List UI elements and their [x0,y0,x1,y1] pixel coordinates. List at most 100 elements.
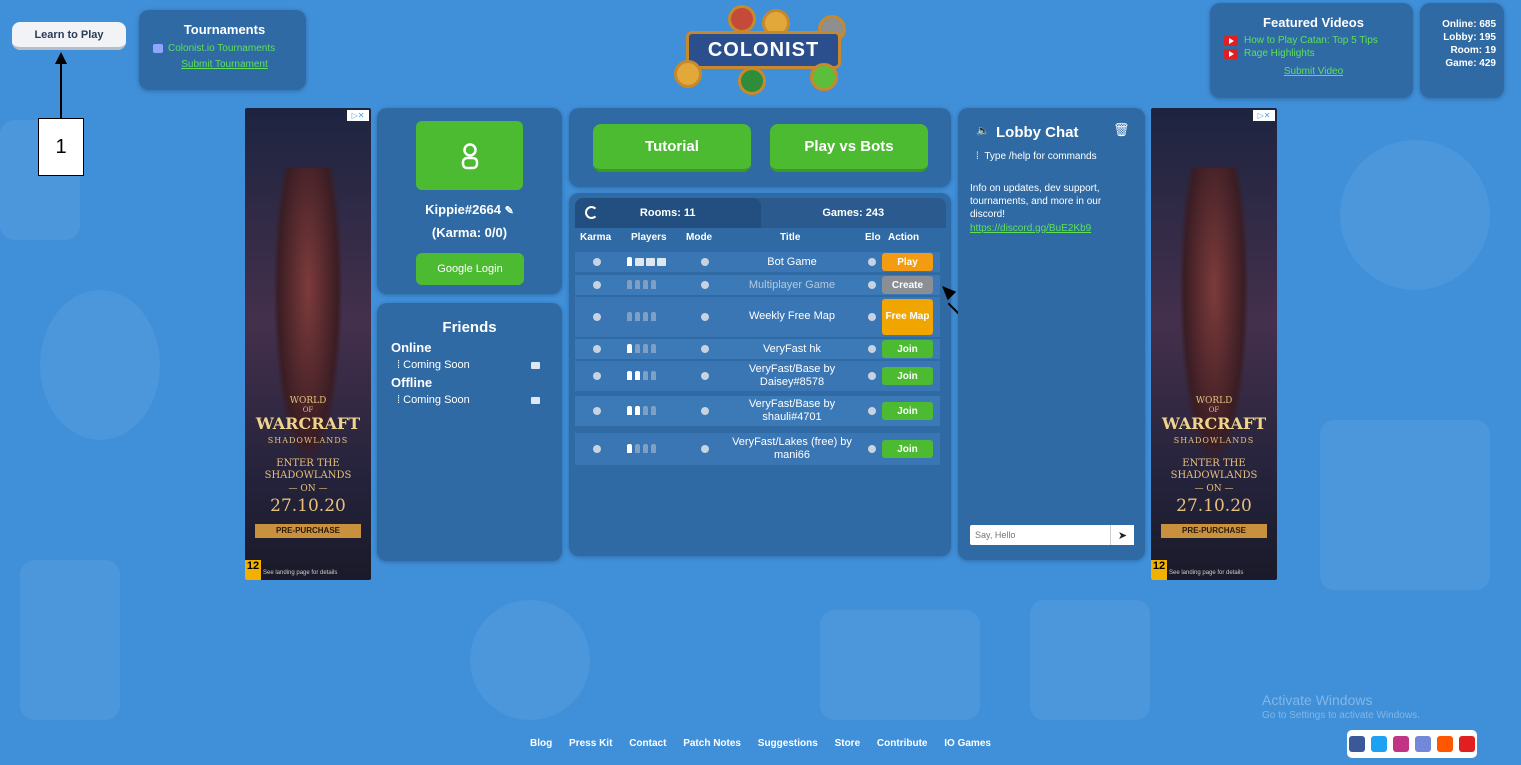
rooms-tabs: Rooms: 11 Games: 243 [575,198,946,228]
submit-tournament-link[interactable]: Submit Tournament [181,59,268,70]
video-link-2[interactable]: Rage Highlights [1244,48,1315,59]
facebook-icon[interactable] [1349,736,1365,752]
rooms-table-header: Karma Players Mode Title Elo Action [575,232,946,248]
bg-shape [40,290,160,440]
header-karma: Karma [580,232,612,243]
play-vs-bots-button[interactable]: Play vs Bots [770,124,928,172]
elo-dot [868,407,876,415]
footer-link-store[interactable]: Store [835,738,861,749]
karma-dot [593,372,601,380]
friends-panel: Friends Online ⁞ Coming Soon Offline ⁞ C… [377,303,562,561]
tab-games[interactable]: Games: 243 [761,198,947,228]
discord-icon[interactable] [1415,736,1431,752]
video-link-1[interactable]: How to Play Catan: Top 5 Tips [1244,35,1378,46]
instagram-icon[interactable] [1393,736,1409,752]
annotation-arrowhead-1 [55,52,67,64]
elo-dot [868,445,876,453]
tab-games-label: Games: 243 [822,207,885,219]
twitter-icon[interactable] [1371,736,1387,752]
person-icon: ⁞ [397,359,401,371]
bg-shape [1340,140,1490,290]
tournaments-link[interactable]: Colonist.io Tournaments [168,43,275,54]
footer-link-suggestions[interactable]: Suggestions [758,738,818,749]
advertisement-left[interactable]: ▷✕ WORLD OF WARCRAFT SHADOWLANDS ENTER T… [245,108,371,580]
karma-dot [593,445,601,453]
mode-dot [701,407,709,415]
mail-icon[interactable] [531,361,540,369]
ad-enter: ENTER THE [1182,458,1246,469]
adchoices-icon[interactable]: ▷✕ [347,110,369,121]
footer-link-press-kit[interactable]: Press Kit [569,738,612,749]
tutorial-button[interactable]: Tutorial [593,124,751,172]
social-links [1347,730,1477,758]
room-title: VeryFast hk [762,343,822,355]
footer-link-contribute[interactable]: Contribute [877,738,928,749]
join-button[interactable]: Join [882,340,933,358]
adchoices-icon[interactable]: ▷✕ [1253,110,1275,121]
ad-date: 27.10.20 [1176,496,1252,516]
create-button[interactable]: Create [882,276,933,294]
footer-link-patch-notes[interactable]: Patch Notes [683,738,741,749]
ad-date: 27.10.20 [270,496,346,516]
mode-dot [701,258,709,266]
ad-world: WORLD [1195,396,1233,406]
karma-dot [593,407,601,415]
username-row[interactable]: Kippie#2664 ✎ [377,202,562,217]
elo-dot [868,372,876,380]
send-icon[interactable]: ➤ [1110,525,1134,545]
forest-hex-icon [738,67,766,95]
game-count: Game: 429 [1445,58,1496,69]
chat-help-text: Type /help for commands [984,151,1097,162]
footer-link-blog[interactable]: Blog [530,738,552,749]
discord-icon [153,44,163,53]
windows-watermark: Activate Windows Go to Settings to activ… [1262,692,1420,721]
ad-pre-purchase[interactable]: PRE-PURCHASE [255,524,361,538]
join-button[interactable]: Join [882,402,933,420]
google-login-button[interactable]: Google Login [416,253,524,285]
person-icon: ⁞ [397,394,401,406]
join-button[interactable]: Join [882,367,933,385]
friend-name: Coming Soon [403,394,470,406]
edit-pencil-icon[interactable]: ✎ [505,205,514,217]
tab-rooms[interactable]: Rooms: 11 [575,198,761,228]
ad-landing: See landing page for details [1169,570,1244,576]
bg-shape [1320,420,1490,590]
free-map-button[interactable]: Free Map [882,299,933,335]
room-title: Multiplayer Game [748,279,836,291]
featured-title: Featured Videos [1263,15,1364,30]
tournaments-panel: Tournaments Colonist.io Tournaments Subm… [139,10,306,90]
youtube-icon[interactable] [1459,736,1475,752]
annotation-label-1: 1 [38,118,84,176]
learn-to-play-button[interactable]: Learn to Play [12,22,126,50]
chat-help: ⁞ Type /help for commands [976,151,1133,162]
discord-link[interactable]: https://discord.gg/BuE2Kb9 [970,223,1133,234]
footer-link-contact[interactable]: Contact [629,738,666,749]
room-title: Weekly Free Map [749,310,835,322]
advertisement-right[interactable]: ▷✕ WORLD OF WARCRAFT SHADOWLANDS ENTER T… [1151,108,1277,580]
table-row: VeryFast/Base by shauli#4701 Join [575,396,940,426]
refresh-icon[interactable] [585,206,598,219]
footer-link-io-games[interactable]: IO Games [944,738,991,749]
youtube-icon [1224,48,1238,59]
chat-message: Info on updates, dev support, tournament… [970,183,1102,220]
ad-on: — ON — [1194,484,1234,494]
join-button[interactable]: Join [882,440,933,458]
stats-panel: Online: 685 Lobby: 195 Room: 19 Game: 42… [1420,3,1504,98]
ad-pre-purchase[interactable]: PRE-PURCHASE [1161,524,1267,538]
tab-rooms-label: Rooms: 11 [639,207,696,219]
reddit-icon[interactable] [1437,736,1453,752]
speaker-icon[interactable]: 🔈 [976,124,990,137]
room-title: VeryFast/Lakes (free) by mani66 [732,436,852,461]
ad-on: — ON — [288,484,328,494]
mail-icon[interactable] [531,396,540,404]
submit-video-link[interactable]: Submit Video [1284,66,1343,77]
room-title: VeryFast/Base by Daisey#8578 [748,363,836,388]
sheep-hex-icon [810,63,838,91]
profile-panel: Kippie#2664 ✎ (Karma: 0/0) Google Login [377,108,562,294]
play-button[interactable]: Play [882,253,933,271]
trash-icon[interactable]: 🗑 [1113,122,1130,138]
person-icon: ⁞ [976,151,979,162]
chat-input[interactable] [970,525,1122,545]
avatar[interactable] [416,121,523,190]
colonist-logo[interactable]: COLONIST [674,5,848,95]
